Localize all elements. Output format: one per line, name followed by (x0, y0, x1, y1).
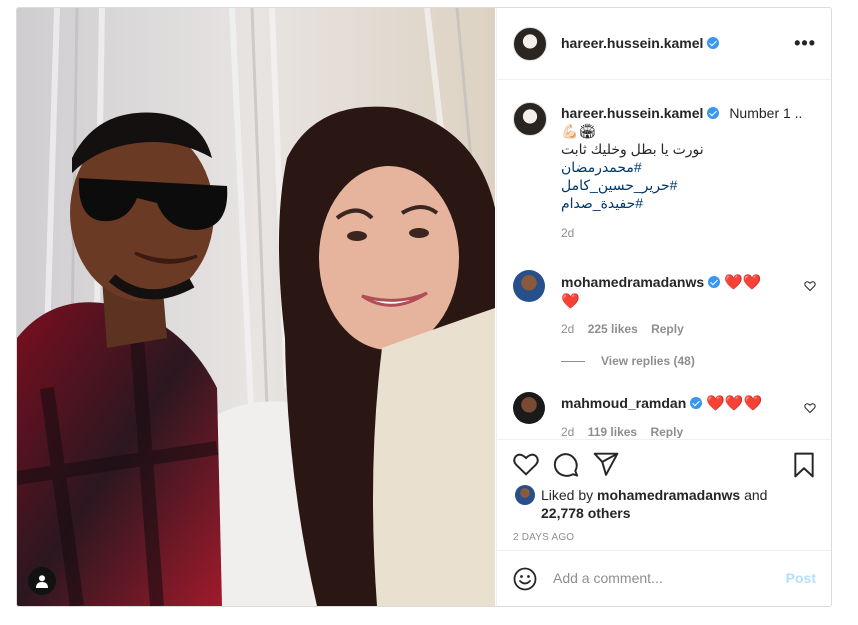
comment-username[interactable]: mohamedramadanws (561, 274, 704, 290)
caption-username[interactable]: hareer.hussein.kamel (561, 105, 703, 121)
comment-username[interactable]: mahmoud_ramdan (561, 395, 686, 411)
caption-avatar[interactable] (513, 102, 547, 136)
post-button[interactable]: Post (786, 570, 816, 586)
emoji-icon[interactable] (513, 567, 537, 591)
liked-by-and: and (744, 487, 768, 503)
hashtag[interactable]: #حرير_حسين_كامل (561, 176, 816, 194)
post-timestamp: 2 DAYS AGO (513, 532, 575, 543)
comment-text-line2: ❤️ (561, 293, 580, 310)
user-tag-icon[interactable] (28, 567, 56, 595)
view-replies-label: View replies (48) (601, 354, 695, 368)
share-icon[interactable] (593, 452, 619, 476)
verified-icon (690, 397, 703, 409)
comment-likes[interactable]: 225 likes (588, 322, 638, 336)
post-side-panel: hareer.hussein.kamel ••• hareer.hussein.… (496, 8, 831, 606)
heart-icon[interactable] (513, 452, 539, 476)
reply-button[interactable]: Reply (651, 322, 684, 336)
comment-text: ❤️❤️❤️ (706, 395, 763, 412)
hashtag[interactable]: #حفيدة_صدام (561, 194, 816, 212)
post-photo-image (17, 8, 495, 606)
comment: mahmoud_ramdan ❤️❤️❤️ 2d 119 likes Reply (561, 394, 784, 438)
author-avatar[interactable] (513, 27, 547, 61)
comment-time: 2d (561, 425, 575, 438)
post-photo[interactable] (17, 8, 495, 606)
comment-avatar[interactable] (513, 392, 545, 424)
verified-icon (707, 37, 720, 49)
liked-by: Liked by mohamedramadanws and 22,778 oth… (541, 486, 821, 522)
divider (561, 361, 585, 363)
comment-time: 2d (561, 322, 575, 336)
more-icon[interactable]: ••• (794, 34, 816, 52)
reply-button[interactable]: Reply (650, 425, 683, 438)
author-username[interactable]: hareer.hussein.kamel (561, 35, 703, 51)
add-comment-bar: Add a comment... Post (497, 550, 831, 606)
comment-likes[interactable]: 119 likes (588, 425, 637, 438)
verified-icon (707, 107, 720, 119)
caption-time: 2d (561, 226, 575, 240)
post-header: hareer.hussein.kamel ••• (497, 8, 831, 80)
liked-by-others[interactable]: 22,778 others (541, 505, 631, 521)
comment-input[interactable]: Add a comment... (553, 570, 663, 586)
comment-heart-icon[interactable] (804, 280, 816, 292)
comment-heart-icon[interactable] (804, 402, 816, 414)
view-replies-button[interactable]: View replies (48) (561, 354, 784, 368)
comment-text: ❤️❤️ (724, 274, 762, 291)
verified-icon (708, 276, 721, 288)
caption-title: Number 1 .. (729, 105, 803, 121)
comments-list[interactable]: hareer.hussein.kamel Number 1 .. 💪🏻🏟 نور… (497, 80, 831, 438)
hashtag[interactable]: #محمدرمضان (561, 158, 816, 176)
liked-by-avatar[interactable] (515, 485, 535, 505)
liked-by-user[interactable]: mohamedramadanws (597, 487, 740, 503)
caption-emoji: 💪🏻🏟 (561, 123, 597, 139)
comment-icon[interactable] (553, 452, 579, 478)
post-card: hareer.hussein.kamel ••• hareer.hussein.… (16, 7, 832, 607)
caption: hareer.hussein.kamel Number 1 .. 💪🏻🏟 نور… (561, 104, 816, 240)
liked-by-prefix: Liked by (541, 487, 594, 503)
caption-line: نورت يا بطل وخليك ثابت (561, 141, 704, 157)
comment-avatar[interactable] (513, 270, 545, 302)
comment: mohamedramadanws ❤️❤️ ❤️ 2d 225 likes Re… (561, 273, 784, 368)
post-actions: Liked by mohamedramadanws and 22,778 oth… (497, 439, 831, 550)
bookmark-icon[interactable] (793, 452, 815, 478)
